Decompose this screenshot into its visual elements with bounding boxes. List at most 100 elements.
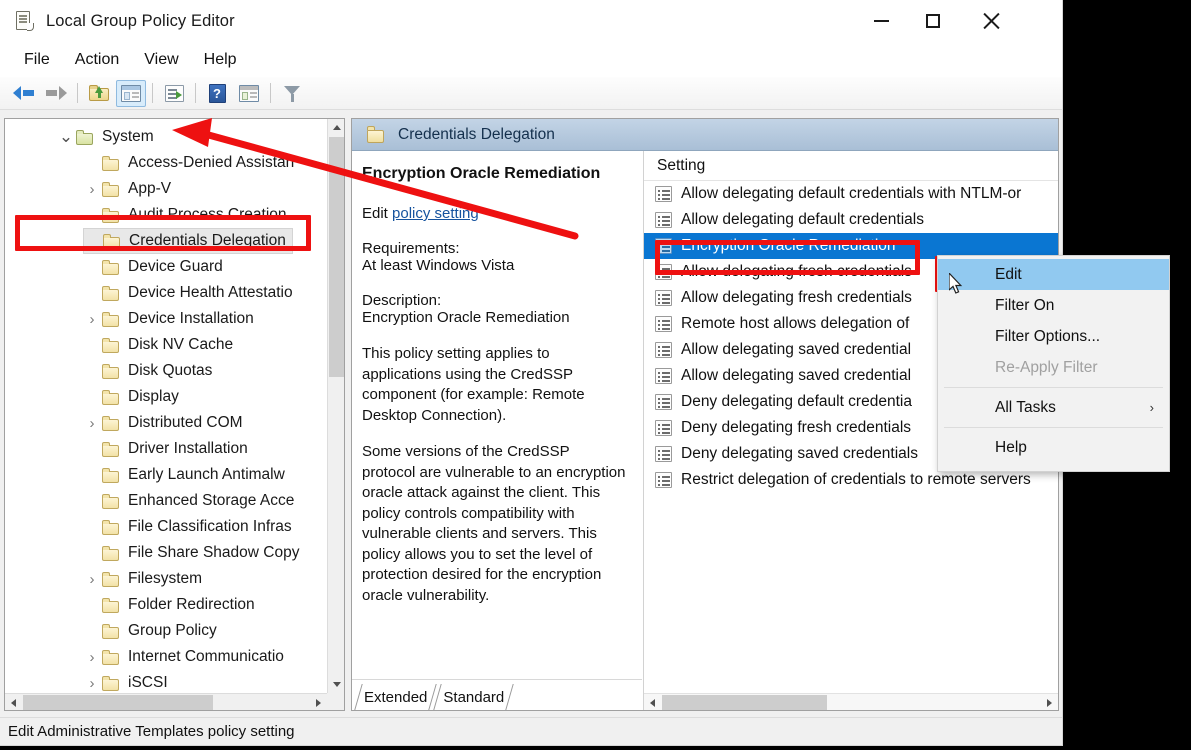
tree-scroll-down-button[interactable] bbox=[328, 676, 345, 693]
chevron-right-icon[interactable]: › bbox=[83, 571, 101, 588]
policy-setting-icon bbox=[655, 420, 672, 436]
tree-item[interactable]: Enhanced Storage Acce bbox=[83, 488, 300, 514]
settings-scroll-right-button[interactable] bbox=[1041, 694, 1058, 710]
tree-item[interactable]: File Classification Infras bbox=[83, 514, 298, 540]
context-menu-item[interactable]: Filter On bbox=[938, 290, 1169, 321]
chevron-down-icon[interactable]: ⌄ bbox=[57, 133, 75, 141]
filter-button[interactable] bbox=[277, 80, 307, 107]
tree-item[interactable]: Group Policy bbox=[83, 618, 223, 644]
console-tree-list[interactable]: ⌄System Access-Denied Assistan›App-V Aud… bbox=[5, 119, 327, 693]
extended-detail-panel: Encryption Oracle Remediation Edit polic… bbox=[352, 151, 642, 679]
tree-expander-placeholder bbox=[83, 468, 101, 482]
tree-item-label: Early Launch Antimalw bbox=[128, 466, 285, 484]
tree-horizontal-scrollbar[interactable] bbox=[5, 693, 327, 710]
description-paragraph-2: Some versions of the CredSSP protocol ar… bbox=[362, 442, 626, 606]
tree-expander-placeholder bbox=[83, 286, 101, 300]
show-hide-action-pane-button[interactable] bbox=[234, 80, 264, 107]
tree-item[interactable]: Folder Redirection bbox=[83, 592, 261, 618]
export-list-icon bbox=[165, 85, 184, 102]
tree-scroll-right-button[interactable] bbox=[310, 694, 327, 711]
chevron-right-icon[interactable]: › bbox=[83, 675, 101, 692]
tree-expander-placeholder bbox=[83, 156, 101, 170]
results-pane-header: Credentials Delegation bbox=[352, 119, 1059, 151]
policy-setting-icon bbox=[655, 264, 672, 280]
tree-item-label: iSCSI bbox=[128, 674, 168, 692]
up-one-level-button[interactable] bbox=[84, 80, 114, 107]
policy-setting-icon bbox=[655, 212, 672, 228]
tree-item[interactable]: Early Launch Antimalw bbox=[83, 462, 291, 488]
tree-item[interactable]: File Share Shadow Copy bbox=[83, 540, 305, 566]
tree-hscrollbar-thumb[interactable] bbox=[23, 695, 213, 710]
settings-horizontal-scrollbar[interactable] bbox=[644, 693, 1058, 710]
chevron-right-icon[interactable]: › bbox=[83, 415, 101, 432]
tree-item[interactable]: Device Guard bbox=[83, 254, 229, 280]
folder-icon bbox=[101, 519, 121, 535]
tree-item[interactable]: Audit Process Creation bbox=[83, 202, 293, 228]
minimize-button[interactable] bbox=[855, 0, 907, 42]
tree-item[interactable]: ›Distributed COM bbox=[83, 410, 249, 436]
folder-icon bbox=[101, 311, 121, 327]
tree-item[interactable]: ›App-V bbox=[83, 176, 177, 202]
tree-scroll-left-button[interactable] bbox=[5, 694, 22, 711]
tree-expander-placeholder bbox=[83, 208, 101, 222]
tree-item[interactable]: Disk NV Cache bbox=[83, 332, 239, 358]
menu-action[interactable]: Action bbox=[65, 48, 129, 72]
tab-standard[interactable]: Standard bbox=[435, 684, 512, 710]
tree-scroll-up-button[interactable] bbox=[328, 119, 345, 136]
maximize-button[interactable] bbox=[907, 0, 959, 42]
tree-vertical-scrollbar[interactable] bbox=[327, 119, 344, 693]
folder-icon bbox=[101, 649, 121, 665]
context-menu-item[interactable]: All Tasks› bbox=[938, 392, 1169, 423]
folder-icon bbox=[101, 441, 121, 457]
context-menu-item[interactable]: Filter Options... bbox=[938, 321, 1169, 352]
arrow-left-icon bbox=[13, 85, 35, 101]
settings-scroll-left-button[interactable] bbox=[644, 694, 661, 710]
tree-item[interactable]: Driver Installation bbox=[83, 436, 254, 462]
menu-view[interactable]: View bbox=[134, 48, 188, 72]
context-menu-item[interactable]: Help bbox=[938, 432, 1169, 463]
show-hide-console-tree-button[interactable] bbox=[116, 80, 146, 107]
tab-extended[interactable]: Extended bbox=[356, 684, 435, 710]
detail-tab-strip: Extended Standard bbox=[352, 679, 642, 710]
close-icon bbox=[982, 12, 1000, 30]
description-paragraph-1: This policy setting applies to applicati… bbox=[362, 344, 626, 426]
folder-icon bbox=[101, 363, 121, 379]
chevron-right-icon[interactable]: › bbox=[83, 311, 101, 328]
export-list-button[interactable] bbox=[159, 80, 189, 107]
close-button[interactable] bbox=[965, 0, 1017, 42]
chevron-right-icon[interactable]: › bbox=[83, 181, 101, 198]
context-menu-item[interactable]: Edit bbox=[938, 259, 1169, 290]
tree-expander-placeholder bbox=[83, 338, 101, 352]
context-menu-item-label: Re-Apply Filter bbox=[995, 359, 1098, 377]
tree-item[interactable]: Credentials Delegation bbox=[83, 228, 293, 254]
folder-icon bbox=[75, 129, 95, 145]
tree-item[interactable]: Device Health Attestatio bbox=[83, 280, 299, 306]
settings-list-row[interactable]: Allow delegating default credentials bbox=[644, 207, 1058, 233]
menu-help[interactable]: Help bbox=[194, 48, 247, 72]
back-button[interactable] bbox=[9, 80, 39, 107]
edit-policy-setting-row: Edit policy setting bbox=[362, 205, 626, 222]
settings-hscrollbar-thumb[interactable] bbox=[662, 695, 827, 710]
settings-list-row-label: Allow delegating fresh credentials bbox=[681, 289, 912, 307]
tree-item[interactable]: Disk Quotas bbox=[83, 358, 218, 384]
tree-item[interactable]: Access-Denied Assistan bbox=[83, 150, 300, 176]
tree-item[interactable]: ›Device Installation bbox=[83, 306, 260, 332]
settings-list-row[interactable]: Allow delegating default credentials wit… bbox=[644, 181, 1058, 207]
tree-item[interactable]: Display bbox=[83, 384, 185, 410]
chevron-right-icon[interactable]: › bbox=[83, 649, 101, 666]
settings-list-row-label: Deny delegating fresh credentials bbox=[681, 419, 911, 437]
menu-file[interactable]: File bbox=[14, 48, 60, 72]
settings-column-header[interactable]: Setting bbox=[644, 151, 1058, 181]
forward-button[interactable] bbox=[41, 80, 71, 107]
minimize-icon bbox=[874, 20, 889, 22]
tree-item[interactable]: ›Filesystem bbox=[83, 566, 208, 592]
folder-icon bbox=[366, 126, 386, 143]
help-button[interactable]: ? bbox=[202, 80, 232, 107]
policy-setting-link[interactable]: policy setting bbox=[392, 205, 479, 222]
folder-icon bbox=[101, 389, 121, 405]
tree-item[interactable]: › iSCSI bbox=[83, 670, 174, 693]
tree-scrollbar-thumb[interactable] bbox=[329, 137, 344, 377]
tree-item[interactable]: ›Internet Communicatio bbox=[83, 644, 290, 670]
tree-item-label: File Share Shadow Copy bbox=[128, 544, 299, 562]
tree-item[interactable]: ⌄System bbox=[57, 124, 160, 150]
